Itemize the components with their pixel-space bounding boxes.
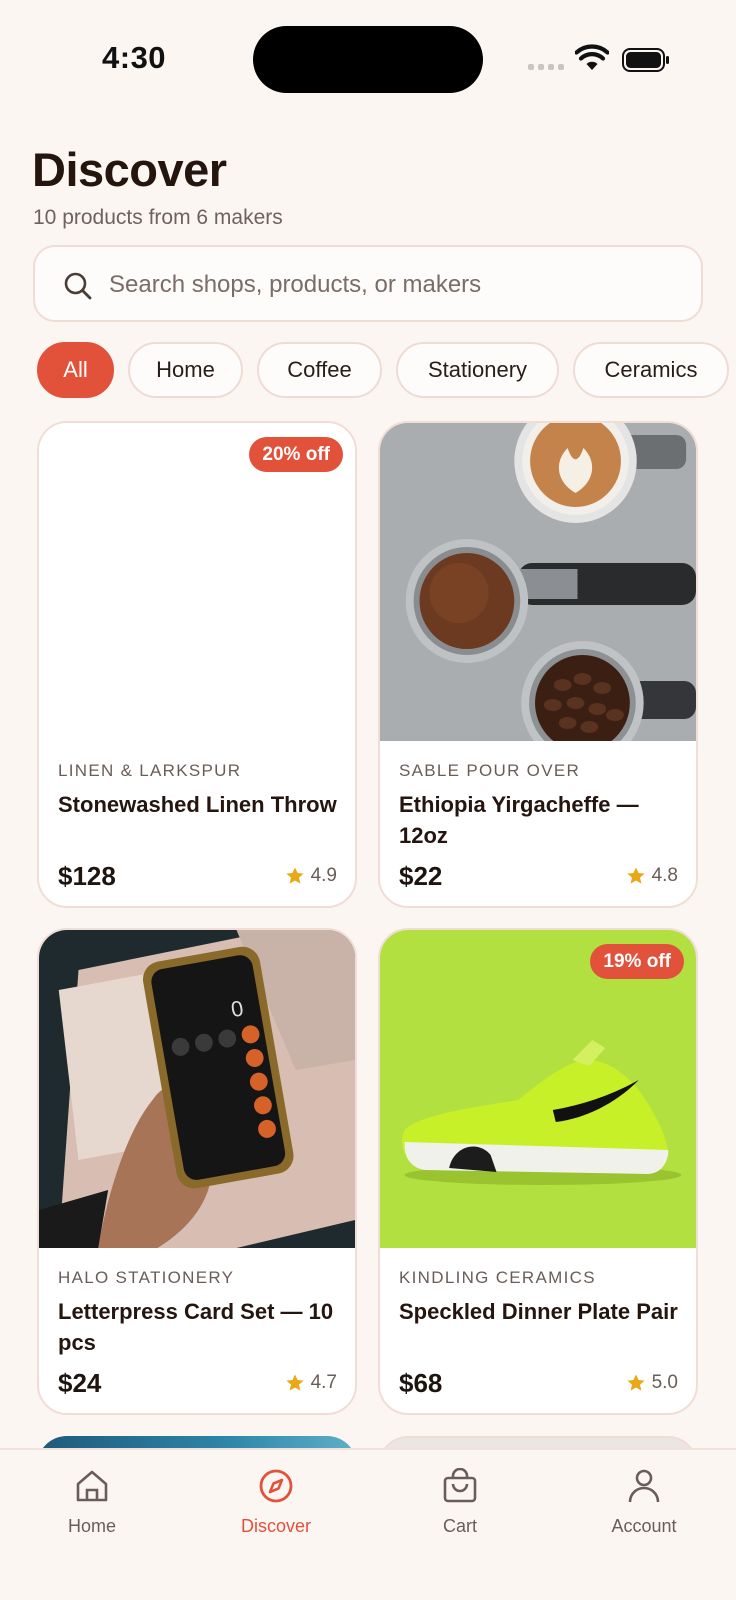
product-image: [380, 423, 696, 741]
tab-account[interactable]: Account: [574, 1450, 714, 1560]
product-name: Ethiopia Yirgacheffe — 12oz: [399, 792, 639, 848]
category-filters: All Home Coffee Stationery Ceramics: [37, 342, 736, 399]
star-icon: [285, 867, 304, 884]
product-price: $128: [58, 861, 116, 891]
product-rating: 4.9: [285, 865, 337, 887]
product-maker: KINDLING CERAMICS: [399, 1268, 596, 1287]
product-maker: HALO STATIONERY: [58, 1268, 235, 1287]
filter-chip-home[interactable]: Home: [128, 342, 243, 398]
product-name: Stonewashed Linen Throw: [58, 792, 337, 817]
search-bar[interactable]: [33, 245, 703, 322]
product-maker: LINEN & LARKSPUR: [58, 761, 242, 780]
shopping-bag-icon: [443, 1468, 477, 1503]
filter-chip-coffee[interactable]: Coffee: [257, 342, 382, 398]
tab-home-label: Home: [67, 1516, 116, 1536]
search-input[interactable]: [109, 265, 669, 305]
product-name: Letterpress Card Set — 10 pcs: [58, 1299, 334, 1355]
status-time: 4:30: [102, 40, 167, 75]
home-icon: [76, 1470, 108, 1502]
search-icon: [64, 272, 92, 300]
product-card[interactable]: SABLE POUR OVER Ethiopia Yirgacheffe — 1…: [378, 421, 698, 908]
product-price: $22: [399, 861, 443, 891]
product-rating: 4.8: [626, 865, 678, 887]
star-icon: [626, 867, 645, 884]
rating-value: 4.7: [310, 1372, 337, 1393]
tab-home[interactable]: Home: [22, 1450, 162, 1560]
filter-chip-all[interactable]: All: [37, 342, 114, 398]
page-subtitle: 10 products from 6 makers: [33, 206, 283, 229]
product-card[interactable]: 0 HALO STATIONERY Letterpress Card Set —…: [37, 928, 357, 1415]
product-price: $68: [399, 1368, 443, 1398]
tab-discover[interactable]: Discover: [206, 1450, 346, 1560]
cellular-signal-icon: [528, 64, 564, 72]
product-card[interactable]: 20% off LINEN & LARKSPUR Stonewashed Lin…: [37, 421, 357, 908]
star-icon: [626, 1374, 645, 1391]
tab-cart[interactable]: Cart: [390, 1450, 530, 1560]
filter-chip-ceramics[interactable]: Ceramics: [573, 342, 729, 398]
product-card[interactable]: 19% off KINDLING CERAMICS Speckled Dinne…: [378, 928, 698, 1415]
product-maker: SABLE POUR OVER: [399, 761, 581, 780]
tab-discover-label: Discover: [240, 1516, 311, 1536]
page-title: Discover: [32, 143, 227, 196]
rating-value: 4.8: [651, 865, 678, 886]
rating-value: 4.9: [310, 865, 337, 886]
status-bar: 4:30: [0, 0, 736, 120]
star-icon: [285, 1374, 304, 1391]
battery-icon: [622, 48, 669, 72]
product-name: Speckled Dinner Plate Pair: [399, 1299, 678, 1324]
dynamic-island: [253, 26, 483, 93]
discount-badge: 19% off: [590, 944, 684, 979]
tab-cart-label: Cart: [442, 1516, 477, 1536]
product-rating: 4.7: [285, 1372, 337, 1394]
person-icon: [628, 1469, 660, 1503]
filter-chip-stationery[interactable]: Stationery: [396, 342, 559, 398]
tab-account-label: Account: [611, 1516, 677, 1536]
compass-icon: [259, 1469, 293, 1503]
product-image: 0: [39, 930, 355, 1248]
bottom-navigation: Home Discover Cart Account: [0, 1448, 736, 1600]
rating-value: 5.0: [651, 1372, 678, 1393]
product-price: $24: [58, 1368, 102, 1398]
wifi-icon: [575, 44, 609, 70]
product-rating: 5.0: [626, 1372, 678, 1394]
discount-badge: 20% off: [249, 437, 343, 472]
